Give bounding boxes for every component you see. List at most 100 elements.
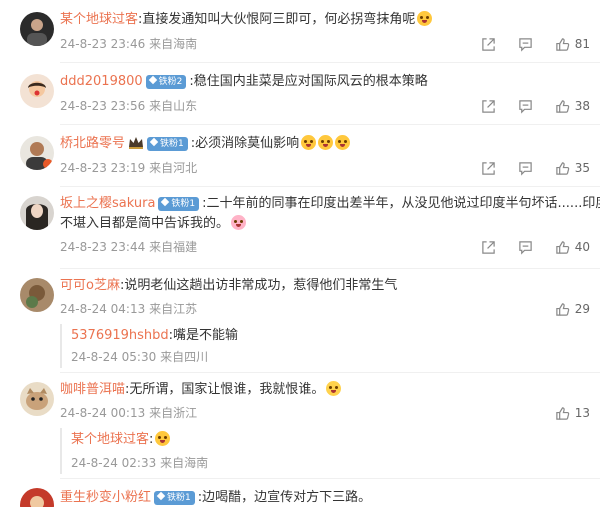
emoji-icon — [335, 135, 351, 150]
comment-text: :必须消除莫仙影响 — [190, 136, 300, 151]
share-button[interactable] — [481, 161, 496, 176]
reply-text: :嘴是不能输 — [168, 328, 239, 343]
comment-time: 24-8-24 04:13 — [60, 302, 146, 316]
like-count: 35 — [574, 161, 590, 175]
emoji-icon — [231, 215, 247, 230]
comment-time: 24-8-24 00:13 — [60, 406, 146, 420]
like-count: 38 — [574, 99, 590, 113]
reply-time: 24-8-24 02:33 — [71, 456, 157, 470]
share-button[interactable] — [481, 240, 496, 255]
avatar[interactable] — [20, 74, 54, 108]
avatar[interactable] — [20, 488, 54, 507]
fan-badge: 铁粉2 — [145, 75, 187, 89]
reply-location: 来自四川 — [160, 350, 209, 364]
reply-item: 某个地球过客: 24-8-24 02:33 来自海南 — [60, 428, 592, 474]
comment-icon — [518, 240, 532, 255]
thumbs-up-icon — [555, 161, 569, 175]
comment-actions: 13 — [533, 404, 590, 422]
comment-location: 来自山东 — [149, 99, 198, 113]
comment-item: 咖啡普洱喵:无所谓，国家让恨谁，我就恨谁。 24-8-24 00:13 来自浙江… — [0, 372, 600, 478]
comment-time: 24-8-23 23:44 — [60, 240, 146, 254]
comment-username[interactable]: 咖啡普洱喵 — [60, 382, 125, 397]
emoji-icon — [301, 135, 317, 150]
comment-actions: 38 — [459, 97, 590, 115]
comment-location: 来自海南 — [149, 37, 198, 51]
thumbs-up-icon — [555, 406, 569, 420]
reply-username[interactable]: 某个地球过客 — [71, 432, 149, 447]
reply-button[interactable] — [518, 37, 533, 52]
comment-actions: 29 — [533, 300, 590, 318]
reply-item: 5376919hshbd:嘴是不能输 24-8-24 05:30 来自四川 — [60, 324, 592, 368]
avatar[interactable] — [20, 278, 54, 312]
avatar[interactable] — [20, 382, 54, 416]
like-count: 13 — [574, 406, 590, 420]
avatar[interactable] — [20, 196, 54, 230]
comment-username[interactable]: 可可o芝麻 — [60, 278, 120, 293]
comment-item: 重生秒变小粉红 铁粉1:边喝醋，边宣传对方下三路。 — [0, 478, 600, 507]
like-button[interactable]: 35 — [555, 161, 590, 176]
share-button[interactable] — [481, 37, 496, 52]
fan-badge: 铁粉1 — [158, 197, 200, 211]
reply-username[interactable]: 5376919hshbd — [71, 328, 169, 343]
like-button[interactable]: 38 — [555, 99, 590, 114]
share-icon — [481, 99, 495, 113]
comment-username[interactable]: 坂上之樱sakura — [60, 196, 155, 211]
comment-text: :直接发通知叫大伙恨阿三即可，何必拐弯抹角呢 — [138, 12, 416, 27]
reply-button[interactable] — [518, 161, 533, 176]
fan-badge: 铁粉1 — [147, 137, 188, 151]
comment-item: 可可o芝麻:说明老仙这趟出访非常成功，惹得他们非常生气 24-8-24 04:1… — [0, 268, 600, 372]
thumbs-up-icon — [555, 240, 569, 254]
comment-item: 桥北路零号 铁粉1:必须消除莫仙影响 24-8-23 23:19 来自河北 35 — [0, 124, 600, 186]
thumbs-up-icon — [555, 302, 569, 316]
comment-username[interactable]: ddd2019800 — [60, 74, 143, 89]
comment-item: ddd2019800 铁粉2:稳住国内韭菜是应对国际风云的根本策略 24-8-23… — [0, 62, 600, 124]
comment-location: 来自江苏 — [149, 302, 198, 316]
comment-text: :二十年前的同事在印度出差半年，从没见他说过印度半句坏话......印度的 — [202, 196, 600, 211]
like-button[interactable]: 13 — [555, 406, 590, 421]
fan-badge: 铁粉1 — [154, 491, 195, 505]
comment-time: 24-8-23 23:19 — [60, 161, 146, 175]
comment-time: 24-8-23 23:56 — [60, 99, 146, 113]
emoji-icon — [155, 431, 171, 446]
comment-username[interactable]: 桥北路零号 — [60, 136, 125, 151]
comment-text: :说明老仙这趟出访非常成功，惹得他们非常生气 — [119, 278, 398, 293]
comment-username[interactable]: 重生秒变小粉红 — [60, 490, 151, 505]
like-button[interactable]: 81 — [555, 37, 590, 52]
comment-actions: 81 — [459, 35, 590, 53]
diamond-icon — [148, 75, 157, 85]
share-icon — [481, 161, 495, 175]
like-count: 29 — [574, 302, 590, 316]
reply-text: : — [149, 432, 154, 447]
share-button[interactable] — [481, 99, 496, 114]
crown-icon — [129, 137, 144, 149]
comment-text: :稳住国内韭菜是应对国际风云的根本策略 — [189, 74, 428, 89]
comment-actions: 40 — [459, 238, 590, 256]
reply-button[interactable] — [518, 99, 533, 114]
comment-username[interactable]: 某个地球过客 — [60, 12, 138, 27]
reply-location: 来自海南 — [160, 456, 209, 470]
diamond-icon — [161, 197, 170, 207]
comment-icon — [518, 99, 532, 114]
like-count: 40 — [574, 240, 590, 254]
comment-feed: 某个地球过客:直接发通知叫大伙恨阿三即可，何必拐弯抹角呢 24-8-23 23:… — [0, 0, 600, 507]
emoji-icon — [417, 11, 433, 26]
comment-icon — [518, 37, 532, 52]
emoji-icon — [326, 381, 342, 396]
avatar[interactable] — [20, 12, 54, 46]
share-icon — [481, 37, 495, 51]
reply-time: 24-8-24 05:30 — [71, 350, 157, 364]
comment-text-continued: 不堪入目都是简中告诉我的。 — [60, 216, 230, 231]
comment-icon — [518, 161, 532, 176]
emoji-icon — [318, 135, 334, 150]
like-button[interactable]: 29 — [555, 302, 590, 317]
like-button[interactable]: 40 — [555, 240, 590, 255]
comment-text: :无所谓，国家让恨谁，我就恨谁。 — [125, 382, 325, 397]
comment-location: 来自浙江 — [149, 406, 198, 420]
comment-location: 来自福建 — [149, 240, 198, 254]
share-icon — [481, 240, 495, 254]
diamond-icon — [156, 491, 166, 501]
reply-button[interactable] — [518, 240, 533, 255]
comment-item: 坂上之樱sakura 铁粉1:二十年前的同事在印度出差半年，从没见他说过印度半句坏… — [0, 186, 600, 268]
diamond-icon — [149, 137, 159, 147]
avatar[interactable] — [20, 136, 54, 170]
